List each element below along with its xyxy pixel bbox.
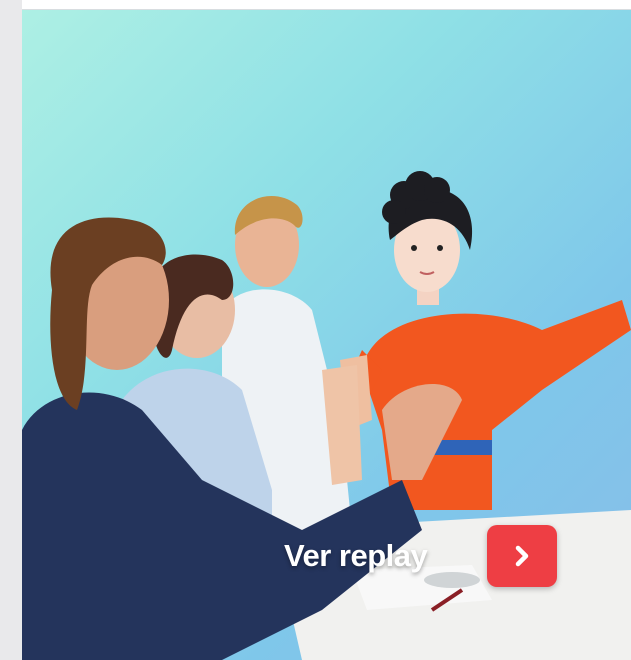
watch-replay-label: Ver replay bbox=[284, 538, 428, 573]
watch-replay-link[interactable]: Ver replay bbox=[284, 525, 558, 587]
chevron-right-icon bbox=[515, 545, 529, 567]
watch-replay-button[interactable] bbox=[487, 525, 558, 587]
animated-presenter bbox=[322, 171, 631, 510]
card-top-border bbox=[22, 0, 631, 10]
promo-card: Ver replay bbox=[22, 0, 631, 660]
